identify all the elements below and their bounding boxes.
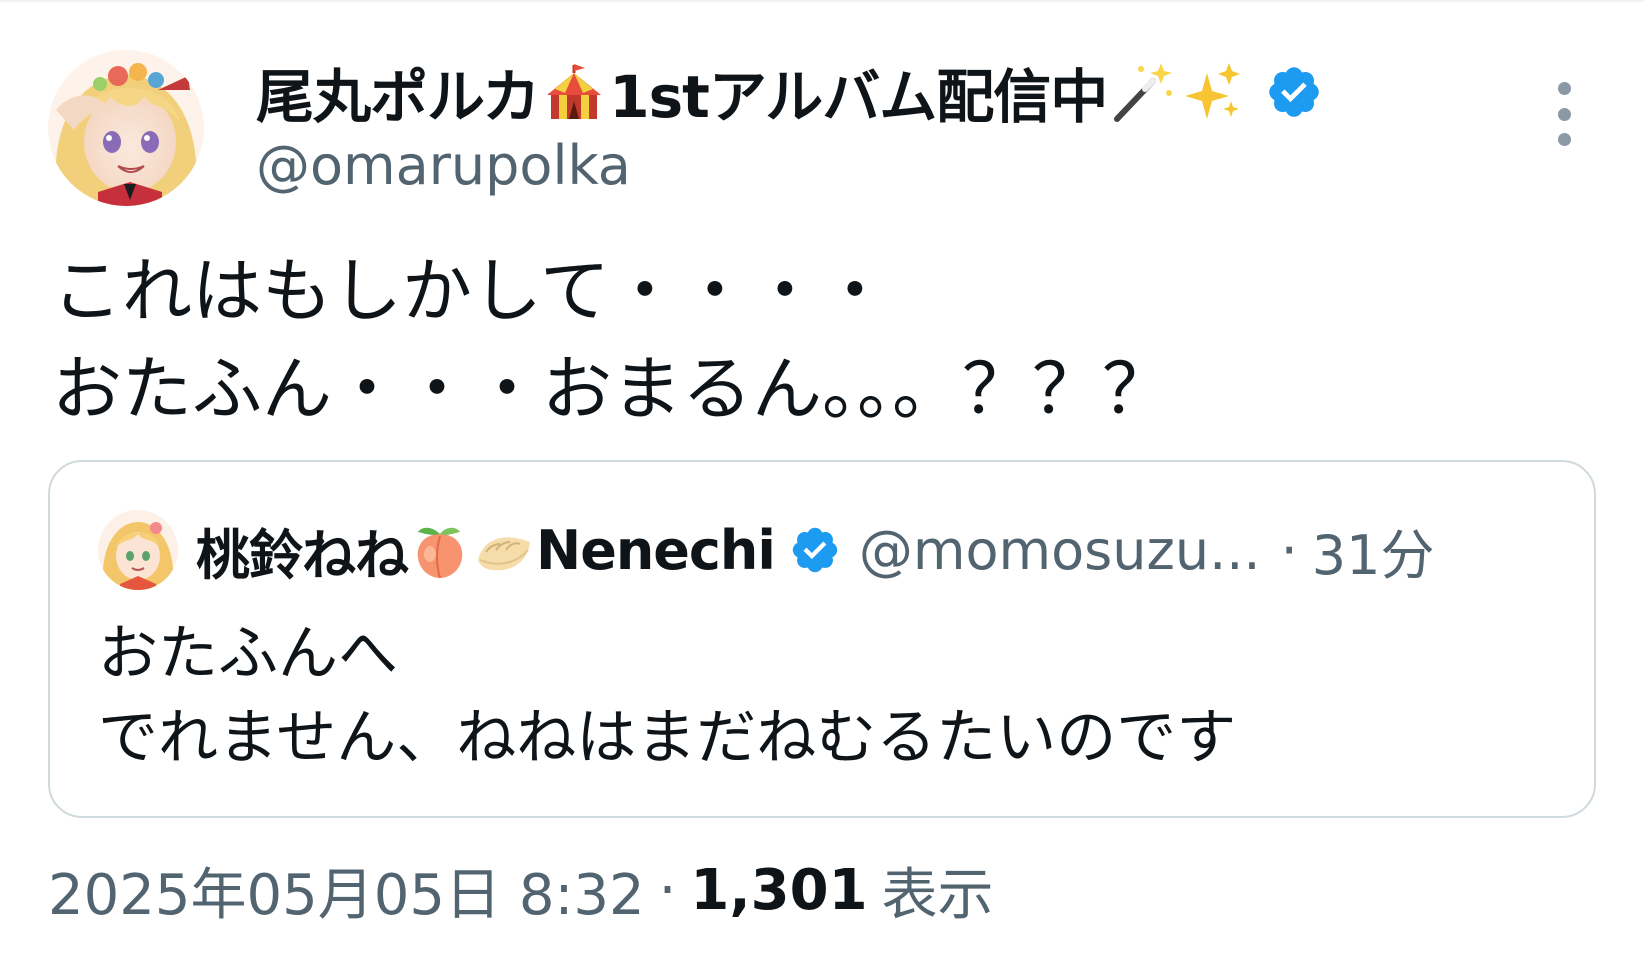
views-label: 表示 [881, 862, 994, 928]
author-handle[interactable]: @omarupolka [256, 134, 631, 197]
author-name-row[interactable]: 尾丸ポルカ 1stアルバム配信中 [256, 52, 1323, 132]
tweet-text-line: おたふん・・・おまるん。。。？？？ [52, 348, 1172, 430]
quote-timestamp[interactable]: 31分 [1312, 511, 1435, 590]
sparkles-icon [1179, 59, 1245, 125]
tweet-detail: 尾丸ポルカ 1stアルバム配信中 @omarupolka これはもしかして・・・… [0, 0, 1644, 960]
views-count: 1,301 [690, 857, 868, 923]
verified-badge-icon[interactable] [789, 524, 841, 576]
circus-tent-icon [541, 59, 607, 125]
tweet-timestamp[interactable]: 2025年05月05日 8:32 [48, 850, 645, 931]
quoted-tweet-card[interactable]: 桃鈴ねね Nenechi @momosuzu... · 31分 おたふんへ でれ… [48, 460, 1596, 818]
author-avatar[interactable] [48, 50, 204, 206]
quote-separator: · [1280, 518, 1298, 582]
quote-text: おたふんへ でれません、ねねはまだねむるたいのです [98, 612, 1236, 780]
magic-wand-icon [1109, 59, 1175, 125]
more-options-icon[interactable] [1540, 82, 1588, 146]
dumpling-icon [474, 520, 534, 580]
top-divider [0, 0, 1644, 2]
peach-icon [410, 520, 470, 580]
meta-separator: · [658, 857, 677, 923]
quote-header: 桃鈴ねね Nenechi @momosuzu... · 31分 [196, 508, 1596, 592]
tweet-text-line: これはもしかして・・・・ [52, 250, 890, 332]
author-name-suffix[interactable]: 1stアルバム配信中 [609, 50, 1108, 134]
quote-author-name-prefix[interactable]: 桃鈴ねね [196, 511, 409, 590]
quote-author-avatar[interactable] [98, 510, 178, 590]
tweet-meta: 2025年05月05日 8:32 · 1,301 表示 [48, 850, 994, 930]
quote-author-handle[interactable]: @momosuzu... [859, 519, 1261, 582]
author-name-prefix[interactable]: 尾丸ポルカ [256, 50, 540, 134]
tweet-text: これはもしかして・・・・ おたふん・・・おまるん。。。？？？ [52, 242, 1532, 438]
quote-author-name-suffix[interactable]: Nenechi [536, 519, 776, 582]
quote-text-line: でれません、ねねはまだねむるたいのです [98, 703, 1237, 773]
quote-text-line: おたふんへ [98, 619, 398, 689]
verified-badge-icon[interactable] [1265, 63, 1323, 121]
